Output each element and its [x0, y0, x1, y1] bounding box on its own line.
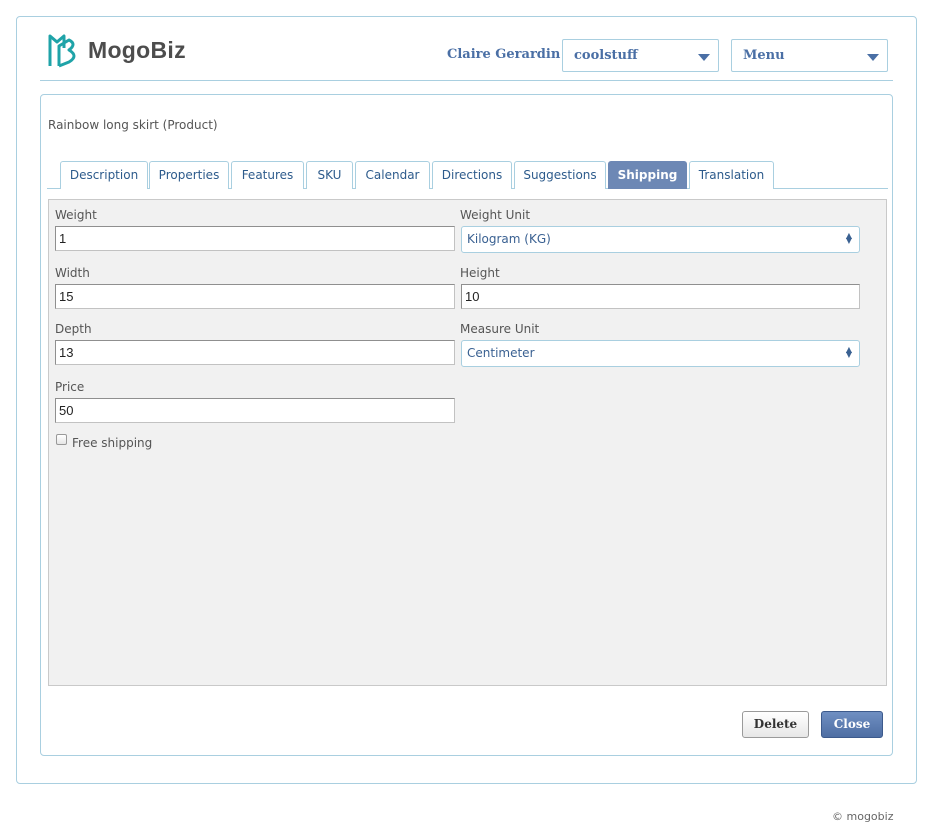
- select-arrows-icon: ▲ ▼: [845, 345, 852, 359]
- product-panel: Rainbow long skirt (Product) Description…: [40, 94, 893, 756]
- menu-select-value: Menu: [743, 48, 785, 63]
- logo[interactable]: MogoBiz: [47, 32, 186, 68]
- logo-text: MogoBiz: [88, 36, 186, 63]
- height-label: Height: [460, 266, 500, 280]
- tab-calendar[interactable]: Calendar: [355, 161, 430, 189]
- tab-shipping[interactable]: Shipping: [608, 161, 687, 189]
- price-input[interactable]: 50: [55, 398, 455, 423]
- tab-directions[interactable]: Directions: [432, 161, 512, 189]
- user-name[interactable]: Claire Gerardin: [447, 47, 560, 62]
- tab-translation[interactable]: Translation: [689, 161, 774, 189]
- depth-input[interactable]: 13: [55, 340, 455, 365]
- tab-bar: Description Properties Features SKU Cale…: [47, 160, 888, 189]
- chevron-down-icon: [867, 54, 879, 61]
- menu-select[interactable]: Menu: [731, 39, 888, 72]
- weight-unit-label: Weight Unit: [460, 208, 531, 222]
- delete-button[interactable]: Delete: [742, 711, 809, 738]
- weight-input[interactable]: 1: [55, 226, 455, 251]
- footer-copyright: © mogobiz: [832, 810, 894, 823]
- tab-sku[interactable]: SKU: [306, 161, 353, 189]
- width-label: Width: [55, 266, 90, 280]
- page-title: Rainbow long skirt (Product): [48, 118, 218, 132]
- weight-unit-select[interactable]: Kilogram (KG) ▲ ▼: [461, 226, 860, 253]
- tab-description[interactable]: Description: [60, 161, 148, 189]
- price-label: Price: [55, 380, 85, 394]
- weight-unit-value: Kilogram (KG): [467, 232, 551, 246]
- store-select[interactable]: coolstuff: [562, 39, 719, 72]
- depth-label: Depth: [55, 322, 92, 336]
- measure-unit-value: Centimeter: [467, 346, 535, 360]
- measure-unit-label: Measure Unit: [460, 322, 540, 336]
- select-arrows-icon: ▲ ▼: [845, 231, 852, 245]
- chevron-down-icon: [698, 54, 710, 61]
- close-button[interactable]: Close: [821, 711, 883, 738]
- free-shipping-label[interactable]: Free shipping: [72, 436, 152, 450]
- height-input[interactable]: 10: [461, 284, 860, 309]
- tab-features[interactable]: Features: [231, 161, 304, 189]
- shipping-form: Weight 1 Weight Unit Kilogram (KG) ▲ ▼ Wi…: [48, 199, 887, 686]
- tab-suggestions[interactable]: Suggestions: [514, 161, 606, 189]
- width-input[interactable]: 15: [55, 284, 455, 309]
- free-shipping-checkbox[interactable]: [56, 434, 67, 445]
- tab-properties[interactable]: Properties: [149, 161, 229, 189]
- weight-label: Weight: [55, 208, 97, 222]
- app-header: MogoBiz Claire Gerardin coolstuff Menu: [40, 30, 893, 81]
- measure-unit-select[interactable]: Centimeter ▲ ▼: [461, 340, 860, 367]
- store-select-value: coolstuff: [574, 48, 638, 63]
- mogobiz-logo-icon: [48, 34, 76, 68]
